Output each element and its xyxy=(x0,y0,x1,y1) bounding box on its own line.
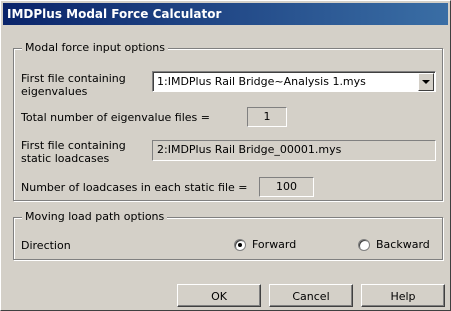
radio-selected-dot xyxy=(238,242,242,247)
first-eigen-label: First file containing eigenvalues xyxy=(21,72,126,98)
backward-radio[interactable]: Backward xyxy=(358,238,430,251)
first-static-label: First file containing static loadcases xyxy=(21,139,126,165)
num-loadcases-field[interactable]: 100 xyxy=(259,177,314,197)
backward-label: Backward xyxy=(376,238,430,251)
first-static-field[interactable]: 2:IMDPlus Rail Bridge_00001.mys xyxy=(152,140,436,161)
backward-radio-circle[interactable] xyxy=(358,238,370,251)
num-loadcases-label: Number of loadcases in each static file … xyxy=(21,181,248,194)
forward-label: Forward xyxy=(252,238,297,251)
dialog-window: IMDPlus Modal Force Calculator Modal for… xyxy=(0,0,451,311)
title-bar: IMDPlus Modal Force Calculator xyxy=(3,3,448,25)
forward-radio[interactable]: Forward xyxy=(234,238,296,251)
total-eigen-label: Total number of eigenvalue files = xyxy=(21,111,210,124)
forward-radio-circle[interactable] xyxy=(234,238,246,251)
direction-label: Direction xyxy=(21,239,71,252)
first-eigen-select[interactable]: 1:IMDPlus Rail Bridge~Analysis 1.mys xyxy=(152,71,436,92)
window-title: IMDPlus Modal Force Calculator xyxy=(7,7,222,21)
cancel-button[interactable]: Cancel xyxy=(269,284,353,307)
first-eigen-value: 1:IMDPlus Rail Bridge~Analysis 1.mys xyxy=(157,75,366,88)
chevron-down-icon xyxy=(422,80,430,84)
first-eigen-dropdown-button[interactable] xyxy=(418,73,434,91)
ok-button[interactable]: OK xyxy=(177,284,261,307)
moving-load-group-label: Moving load path options xyxy=(22,210,168,223)
total-eigen-field[interactable]: 1 xyxy=(247,107,287,127)
help-button[interactable]: Help xyxy=(361,284,445,307)
modal-force-group-label: Modal force input options xyxy=(22,41,168,54)
